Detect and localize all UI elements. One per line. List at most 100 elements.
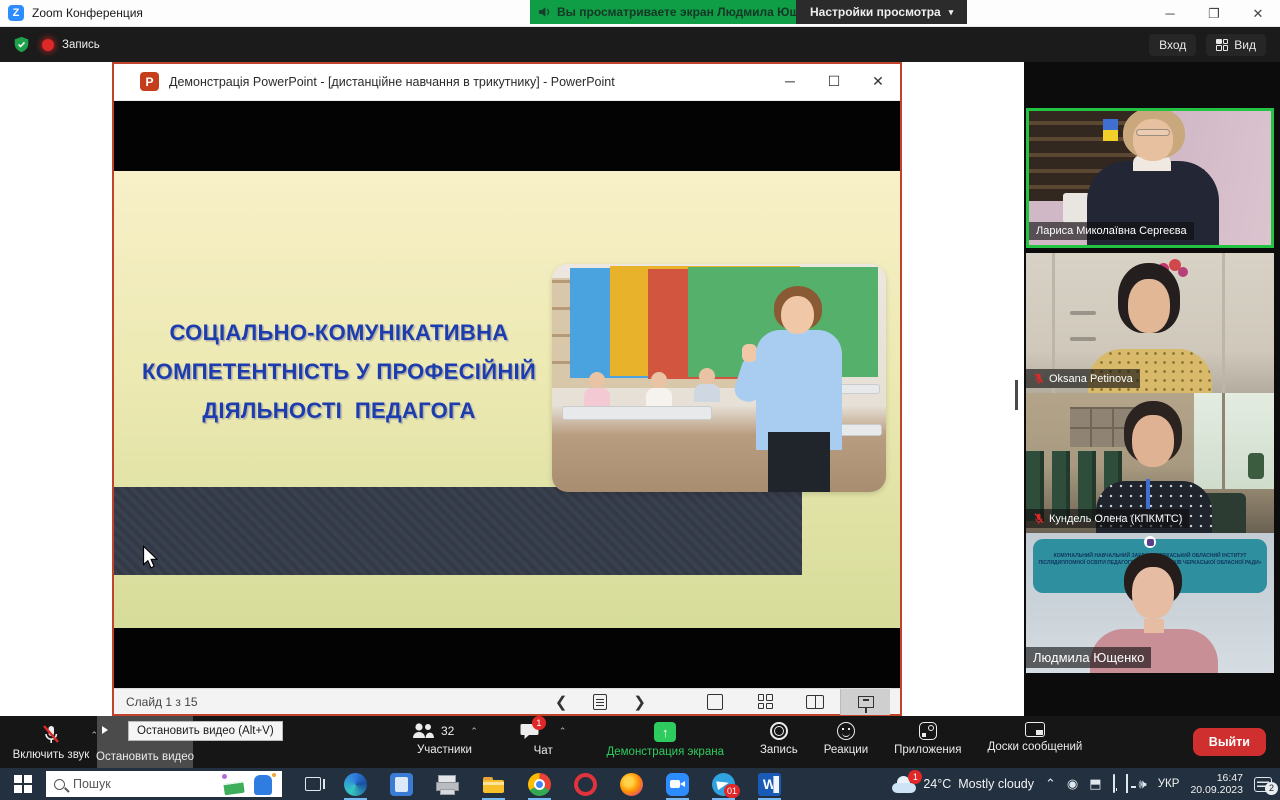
ppt-minimize-button[interactable]: ─ <box>768 73 812 90</box>
flower <box>1178 267 1188 277</box>
ppt-close-button[interactable]: ✕ <box>856 73 900 90</box>
weather-widget[interactable]: 1 24°C Mostly cloudy <box>892 776 1034 793</box>
record-button[interactable]: Запись <box>747 716 811 768</box>
weather-temp: 24°C <box>923 777 951 791</box>
record-tray-icon[interactable]: ◉ <box>1067 776 1078 792</box>
security-shield-icon[interactable] <box>13 36 30 53</box>
desk <box>562 406 712 420</box>
search-icon <box>54 779 65 790</box>
powerpoint-titlebar: P Демонстрація PowerPoint - [дистанційне… <box>114 64 900 101</box>
time: 16:47 <box>1190 772 1243 784</box>
windows-logo-icon <box>14 775 32 793</box>
participant-name: Кундель Олена (КПКМТС) <box>1026 509 1189 528</box>
muted-mic-icon <box>1033 372 1044 385</box>
record-icon <box>770 722 788 740</box>
drawer-handle <box>1070 311 1096 315</box>
clock[interactable]: 16:47 20.09.2023 <box>1190 772 1243 796</box>
opera-icon <box>574 773 597 796</box>
login-button[interactable]: Вход <box>1149 34 1196 56</box>
chat-badge: 1 <box>532 716 546 730</box>
video-tile-kundel[interactable]: Кундель Олена (КПКМТС) <box>1026 393 1274 533</box>
next-slide-button[interactable]: ❯ <box>633 693 646 711</box>
taskbar-opera[interactable] <box>573 768 598 800</box>
teacher-skirt <box>768 432 830 492</box>
apps-button[interactable]: Приложения <box>881 716 974 768</box>
zoom-logo-icon: Z <box>8 5 24 21</box>
taskbar-word[interactable]: W <box>757 768 782 800</box>
taskbar-firefox[interactable] <box>619 768 644 800</box>
window-frame <box>1222 393 1225 489</box>
window-titlebar: Z Zoom Конференция Вы просматриваете экр… <box>0 0 1280 27</box>
volume-tray-icon[interactable]: 🕪 <box>1139 776 1147 792</box>
window-controls: ─ ❐ ✕ <box>1148 0 1280 27</box>
task-view-button[interactable] <box>300 768 325 800</box>
taskbar-blue-app[interactable] <box>389 768 414 800</box>
taskbar-chrome[interactable] <box>527 768 552 800</box>
view-button[interactable]: Вид <box>1206 34 1266 56</box>
printer-icon <box>436 773 459 796</box>
taskbar-edge[interactable] <box>343 768 368 800</box>
word-icon: W <box>758 773 781 796</box>
taskbar-zoom[interactable] <box>665 768 690 800</box>
minimize-button[interactable]: ─ <box>1148 0 1192 27</box>
participants-chevron[interactable]: ⌃ <box>470 726 478 737</box>
viewing-screen-banner: Вы просматриваете экран Людмила Ющенко <box>530 0 839 24</box>
snip-tray-icon[interactable]: ⬒ <box>1089 776 1101 792</box>
unmute-button[interactable]: Включить звук ⌃ <box>6 716 96 768</box>
blue-app-icon <box>390 773 413 796</box>
mic-tray-icon[interactable] <box>1113 775 1115 793</box>
chrome-icon <box>528 773 551 796</box>
pupil-head <box>651 372 667 388</box>
slideshow-view-button[interactable] <box>840 689 890 715</box>
participants-sidebar: Лариса Миколаївна Сергеєва Oksana Petino… <box>1024 62 1280 716</box>
video-tile-larysa[interactable]: Лариса Миколаївна Сергеєва <box>1026 108 1274 248</box>
slide-sorter-view-button[interactable] <box>740 689 790 715</box>
normal-view-button[interactable] <box>690 689 740 715</box>
weather-badge: 1 <box>908 770 922 784</box>
zoom-meeting-window: Z Zoom Конференция Вы просматриваете экр… <box>0 0 1280 800</box>
hidden-icons-chevron[interactable]: ⌃ <box>1045 776 1056 792</box>
video-tile-liudmyla[interactable]: КОМУНАЛЬНИЙ НАВЧАЛЬНИЙ ЗАКЛАД «ЧЕРКАСЬКИ… <box>1026 533 1274 673</box>
notes-icon[interactable] <box>593 694 607 710</box>
taskbar-file-explorer[interactable] <box>481 768 506 800</box>
ukraine-flag <box>1103 119 1118 130</box>
restore-button[interactable]: ❐ <box>1192 0 1236 27</box>
previous-slide-button[interactable]: ❮ <box>555 693 568 711</box>
whiteboards-button[interactable]: Доски сообщений <box>974 716 1095 768</box>
task-view-icon <box>305 777 321 791</box>
zoom-icon <box>666 773 689 796</box>
ppt-maximize-button[interactable]: ☐ <box>812 73 856 90</box>
panel-line <box>1222 253 1225 393</box>
taskbar-fax-scanner[interactable] <box>435 768 460 800</box>
participants-count: 32 <box>441 724 454 738</box>
chat-chevron[interactable]: ⌃ <box>559 726 567 737</box>
reading-view-button[interactable] <box>790 689 840 715</box>
sidebar-scrollbar[interactable] <box>1015 380 1018 410</box>
search-box[interactable]: Пошук <box>46 771 282 797</box>
folder-icon <box>482 773 505 796</box>
notification-badge: 2 <box>1265 782 1278 795</box>
mouse-cursor <box>142 545 159 569</box>
slide-counter: Слайд 1 з 15 <box>126 695 198 709</box>
action-center-button[interactable]: 2 <box>1254 777 1272 792</box>
start-button[interactable] <box>0 768 46 800</box>
pupil-head <box>699 368 715 384</box>
language-indicator[interactable]: УКР <box>1158 778 1180 790</box>
view-settings-button[interactable]: Настройки просмотра▾ <box>796 0 967 24</box>
powerpoint-window: P Демонстрація PowerPoint - [дистанційне… <box>112 62 902 716</box>
shared-screen-stage: P Демонстрація PowerPoint - [дистанційне… <box>0 62 1024 716</box>
taskbar-telegram[interactable]: 01 <box>711 768 736 800</box>
share-screen-button[interactable]: ↑ Демонстрация экрана <box>593 716 737 768</box>
video-tile-oksana[interactable]: Oksana Petinova <box>1026 253 1274 393</box>
slide-canvas: СОЦІАЛЬНО-КОМУНІКАТИВНА КОМПЕТЕНТНІСТЬ У… <box>114 171 900 628</box>
reactions-button[interactable]: Реакции <box>811 716 881 768</box>
window-title: Zoom Конференция <box>32 6 143 20</box>
leave-button[interactable]: Выйти <box>1193 728 1266 756</box>
network-tray-icon[interactable] <box>1126 775 1128 793</box>
chat-button[interactable]: 1 ⌃ Чат <box>507 716 580 768</box>
drawer-handle <box>1070 337 1096 341</box>
close-button[interactable]: ✕ <box>1236 0 1280 27</box>
stop-video-tooltip: Остановить видео (Alt+V) <box>128 721 283 741</box>
lanyard <box>1146 479 1150 509</box>
participants-button[interactable]: 32 ⌃ Участники <box>398 716 491 768</box>
